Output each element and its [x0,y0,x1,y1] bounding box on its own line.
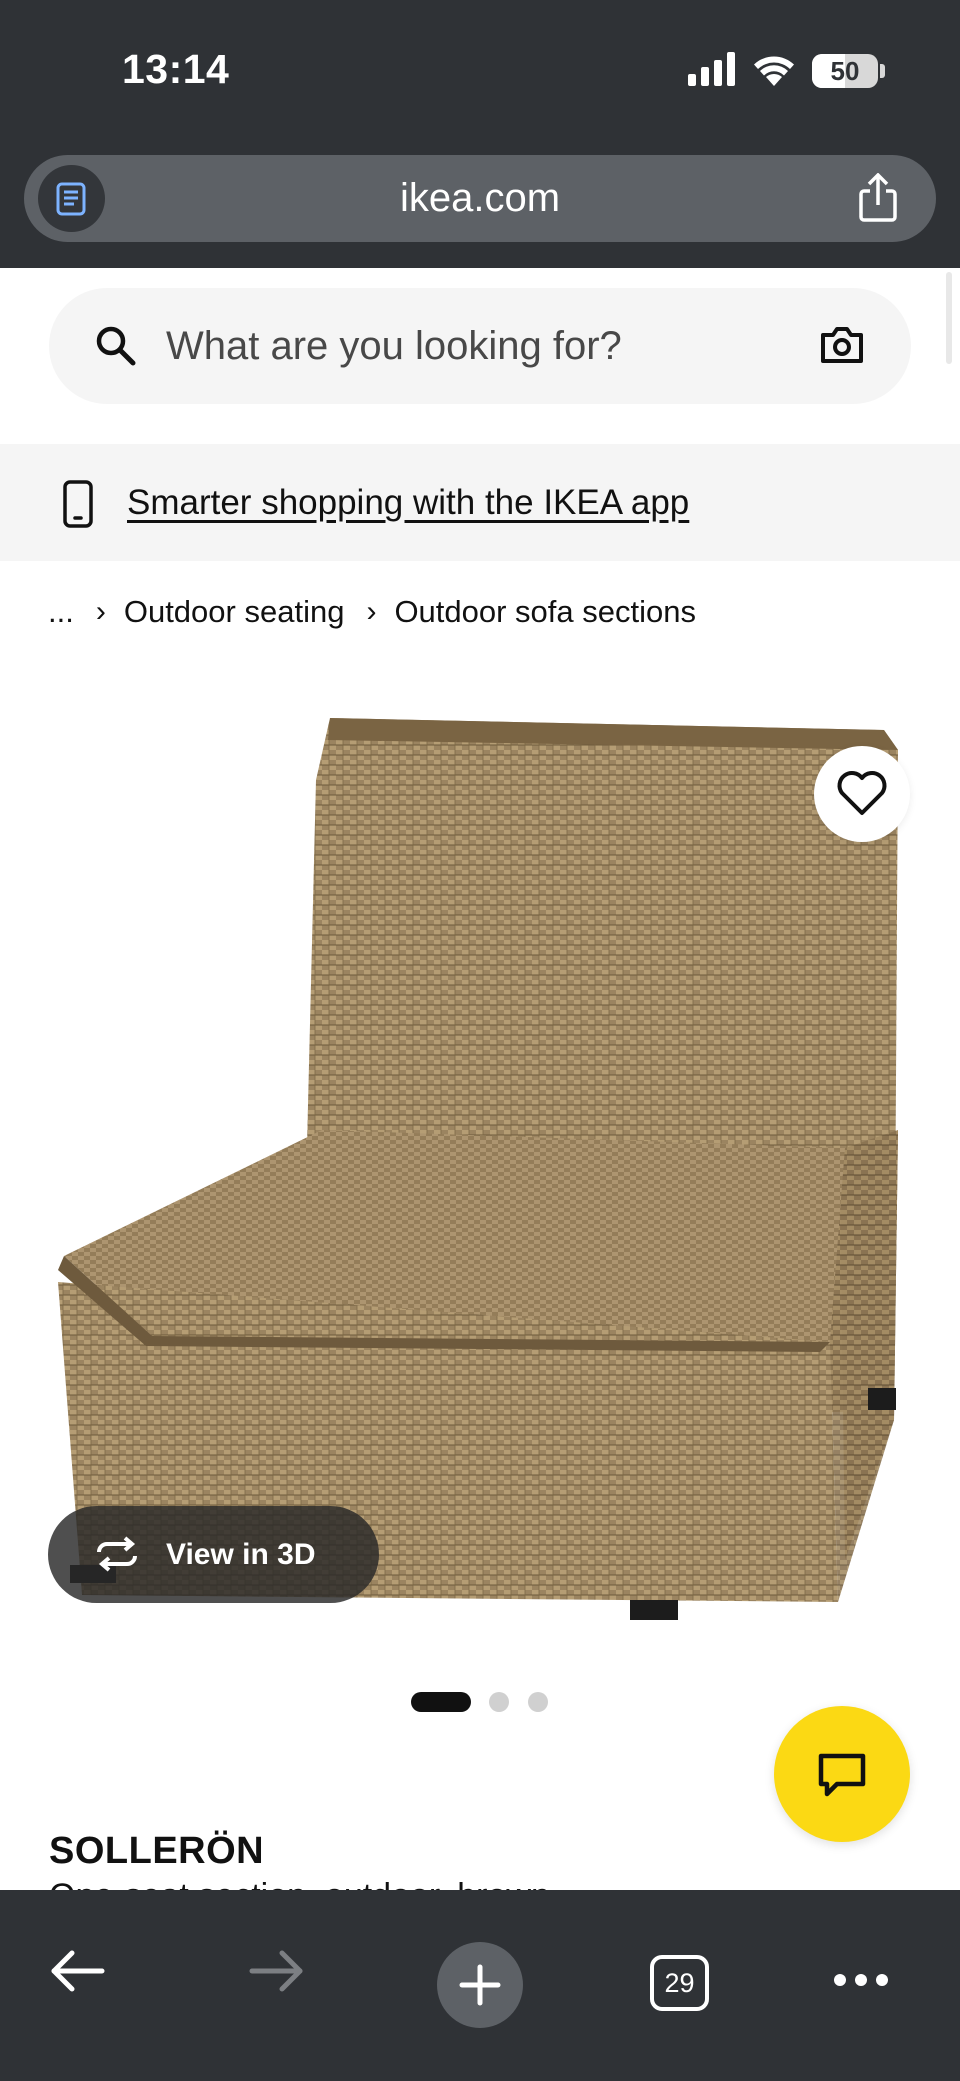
product-name: SOLLERÖN [49,1830,265,1872]
view-in-3d-label: View in 3D [166,1538,316,1571]
battery-level: 50 [830,56,860,86]
phone-icon [63,480,93,533]
breadcrumb-separator: › [366,595,377,628]
carousel-dot[interactable] [528,1692,548,1712]
url-text[interactable]: ikea.com [24,155,936,242]
breadcrumb-ellipsis[interactable]: ... [48,594,74,630]
app-banner-link[interactable]: Smarter shopping with the IKEA app [127,444,689,561]
status-time: 13:14 [122,46,230,92]
search-input[interactable]: What are you looking for? [49,288,911,404]
carousel-dot-active[interactable] [411,1692,471,1712]
battery-icon: 50 [812,54,878,88]
favourite-button[interactable] [814,746,910,842]
status-bar: 13:14 50 [0,0,960,150]
scroll-indicator [946,272,952,364]
browser-toolbar: ikea.com [0,150,960,268]
product-description: One-seat section, outdoor, brown [49,1876,929,1890]
cellular-signal-icon [688,52,736,91]
new-tab-button[interactable] [437,1942,523,2028]
carousel-dot[interactable] [489,1692,509,1712]
share-icon[interactable] [856,172,900,228]
breadcrumb-item-outdoor-seating[interactable]: Outdoor seating [124,594,345,630]
back-arrow-icon[interactable] [48,1948,106,1999]
browser-bottom-bar: 29 [0,1890,960,2081]
view-in-3d-button[interactable]: View in 3D [48,1506,379,1603]
search-placeholder: What are you looking for? [166,324,622,368]
camera-icon[interactable] [819,325,865,370]
reader-button[interactable] [38,165,105,232]
breadcrumb-separator: › [95,595,106,628]
tabs-icon[interactable]: 29 [650,1955,709,2011]
breadcrumb: ... › Outdoor seating › Outdoor sofa sec… [48,588,696,636]
forward-arrow-icon[interactable] [248,1948,306,1999]
more-icon[interactable] [832,1972,890,1993]
chat-button[interactable] [774,1706,910,1842]
breadcrumb-item-outdoor-sofa-sections[interactable]: Outdoor sofa sections [394,594,696,630]
search-icon [94,324,136,371]
address-bar[interactable]: ikea.com [24,155,936,242]
wifi-icon [752,52,796,91]
app-banner[interactable]: Smarter shopping with the IKEA app [0,444,960,561]
